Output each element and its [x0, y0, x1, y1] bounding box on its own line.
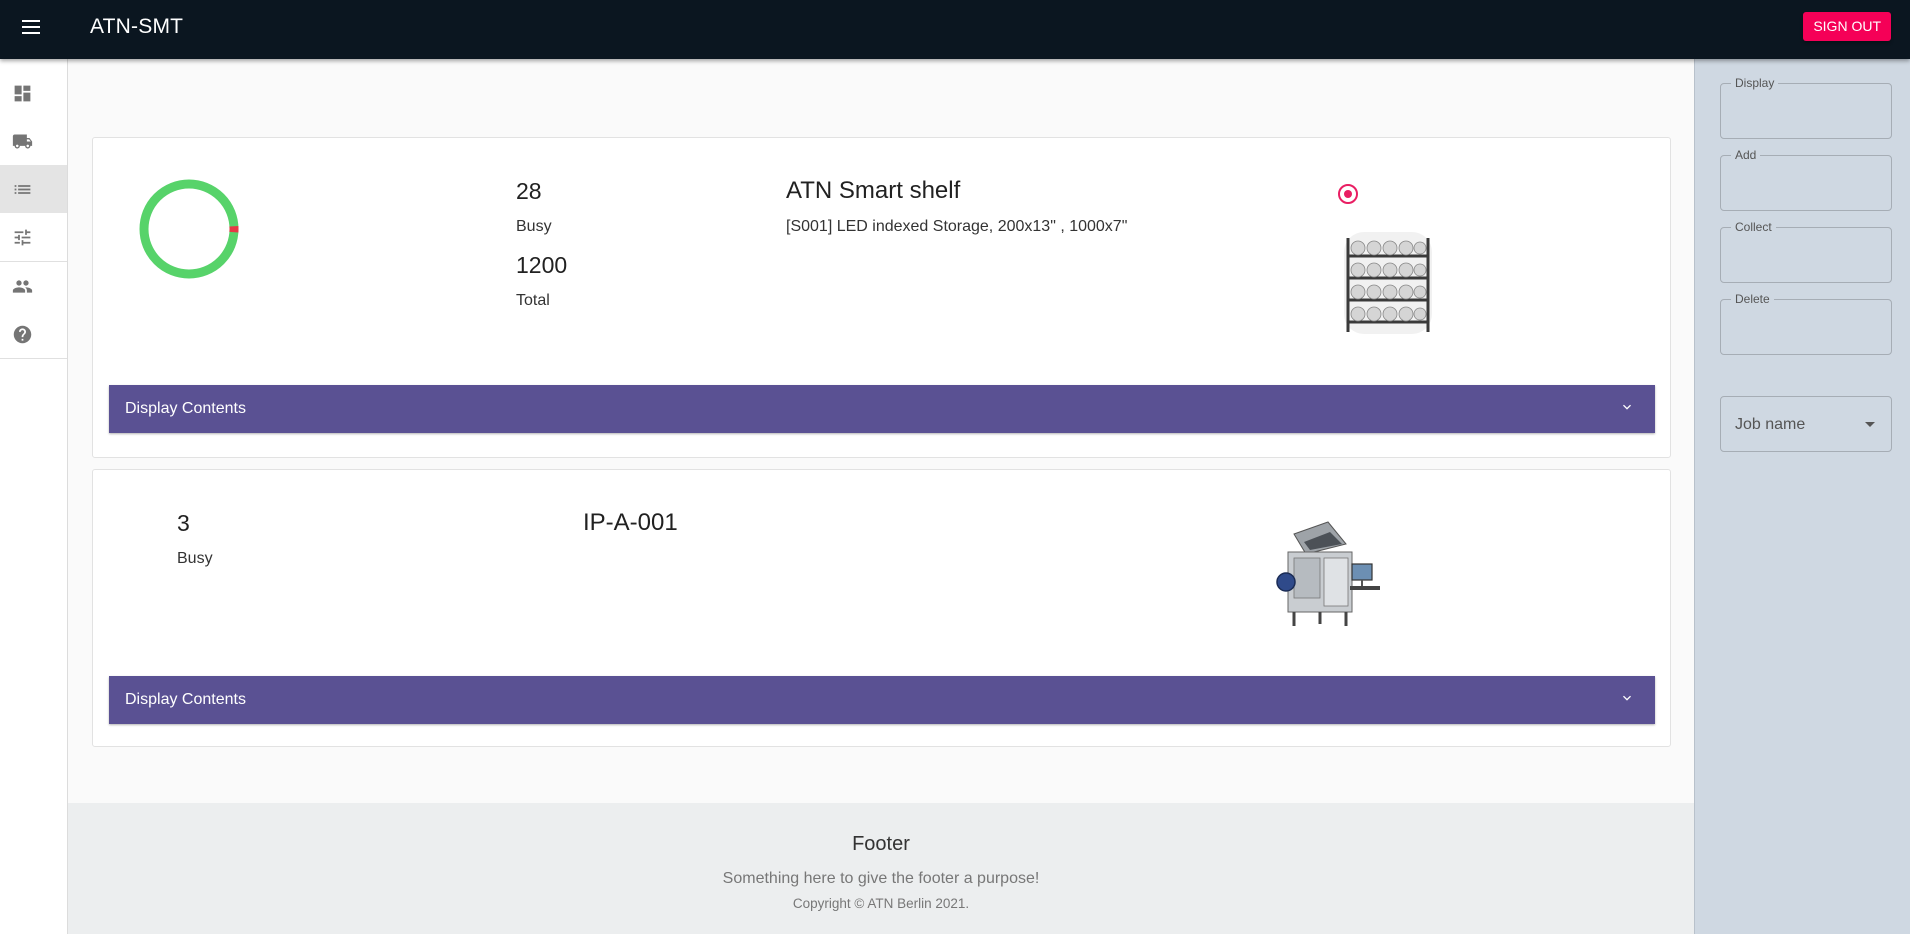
- nav-item-settings[interactable]: [0, 213, 67, 261]
- side-nav: [0, 59, 68, 934]
- nav-item-shipping[interactable]: [0, 117, 67, 165]
- chevron-down-icon: [1623, 695, 1631, 701]
- add-field[interactable]: Add: [1720, 148, 1892, 211]
- app-bar: ATN-SMT SIGN OUT: [0, 0, 1910, 59]
- busy-label: Busy: [177, 550, 213, 567]
- people-icon: [12, 279, 33, 293]
- list-icon: [14, 184, 31, 194]
- menu-icon[interactable]: [17, 16, 45, 42]
- app-title: ATN-SMT: [90, 15, 184, 38]
- machine-card: 3 Busy IP-A-001 Display Contents: [92, 469, 1671, 747]
- nav-item-help[interactable]: [0, 310, 67, 358]
- display-contents-accordion[interactable]: Display Contents: [109, 385, 1655, 433]
- delete-field[interactable]: Delete: [1720, 292, 1892, 355]
- accordion-label: Display Contents: [125, 400, 246, 417]
- dropdown-arrow-icon: [1865, 422, 1875, 427]
- occupancy-gauge: [139, 179, 239, 279]
- total-label: Total: [516, 292, 550, 309]
- sign-out-button[interactable]: SIGN OUT: [1803, 12, 1891, 41]
- right-panel: Display Add Collect Delete Job name: [1694, 59, 1910, 934]
- item-description: [S001] LED indexed Storage, 200x13" , 10…: [786, 218, 1128, 235]
- delete-field-label: Delete: [1731, 292, 1774, 306]
- chevron-down-icon: [1623, 404, 1631, 410]
- truck-icon: [12, 134, 33, 148]
- tune-icon: [14, 229, 31, 245]
- nav-item-users[interactable]: [0, 262, 67, 310]
- job-name-select[interactable]: Job name: [1720, 396, 1892, 452]
- add-field-label: Add: [1731, 148, 1761, 162]
- footer: Footer Something here to give the footer…: [68, 803, 1694, 934]
- pick-and-place-machine-image: [1276, 521, 1380, 626]
- busy-label: Busy: [516, 218, 552, 235]
- busy-count: 28: [516, 178, 542, 204]
- footer-copyright: Copyright © ATN Berlin 2021.: [792, 896, 970, 911]
- accordion-label: Display Contents: [125, 691, 246, 708]
- collect-field-label: Collect: [1731, 220, 1776, 234]
- smart-shelf-image: [1344, 232, 1432, 334]
- collect-field[interactable]: Collect: [1720, 220, 1892, 283]
- display-field-label: Display: [1731, 76, 1779, 90]
- nav-item-dashboard[interactable]: [0, 69, 67, 117]
- dashboard-icon: [14, 85, 31, 101]
- nav-item-list[interactable]: [0, 165, 67, 213]
- job-name-placeholder: Job name: [1735, 416, 1806, 433]
- display-contents-accordion[interactable]: Display Contents: [109, 676, 1655, 724]
- nav-divider: [0, 358, 67, 359]
- select-radio[interactable]: [1338, 184, 1358, 204]
- help-icon: [13, 325, 32, 343]
- item-title: ATN Smart shelf: [786, 177, 961, 204]
- item-title: IP-A-001: [583, 509, 678, 536]
- busy-count: 3: [177, 510, 190, 536]
- storage-card: 28 Busy 1200 Total ATN Smart shelf [S001…: [92, 137, 1671, 458]
- footer-text: Something here to give the footer a purp…: [722, 870, 1040, 887]
- total-count: 1200: [516, 252, 568, 278]
- gauge-free-arc: [139, 179, 239, 279]
- footer-title: Footer: [852, 833, 910, 855]
- display-field[interactable]: Display: [1720, 76, 1892, 139]
